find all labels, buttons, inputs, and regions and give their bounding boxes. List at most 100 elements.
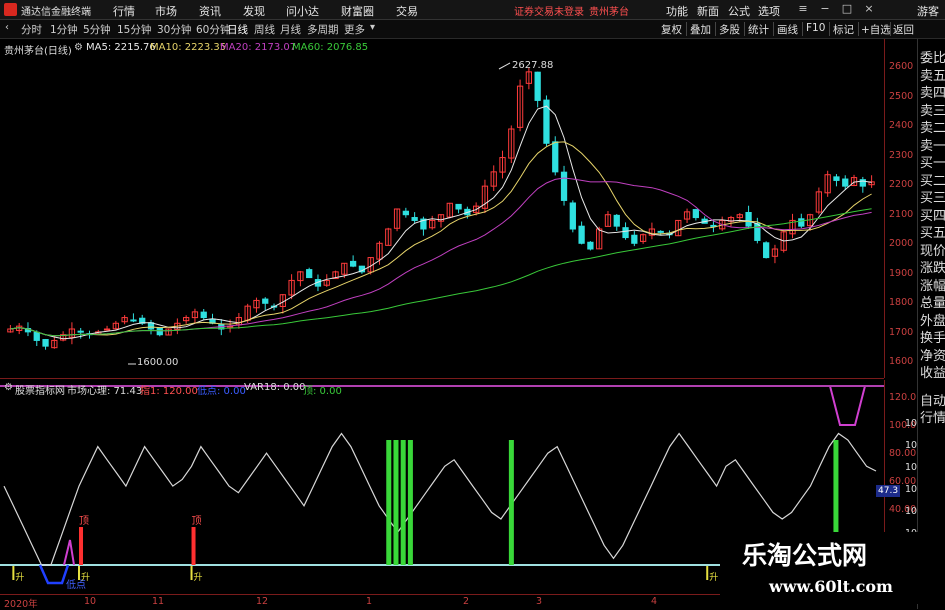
period-60min[interactable]: 60分钟 [196, 22, 230, 37]
ma10-legend: MA10: 2223.35 [150, 42, 227, 53]
magenta-band [829, 385, 866, 426]
candle-body [534, 71, 541, 101]
settings-icon[interactable]: ⚙ [74, 42, 83, 53]
candle-body [306, 269, 313, 279]
chart-title: 贵州茅台(日线) [4, 46, 72, 57]
top-signal-bar [191, 527, 196, 565]
minimize-icon[interactable]: − [818, 2, 832, 16]
tool-adjust[interactable]: 复权 [661, 22, 682, 37]
top-signal-bar [79, 527, 84, 565]
candle-body [798, 218, 805, 227]
tool-f10[interactable]: F10 [806, 22, 825, 34]
separator [773, 22, 774, 36]
candle-body [33, 331, 40, 341]
rise-label: 升 [709, 572, 718, 583]
tool-add-watchlist[interactable]: +自选 [861, 22, 891, 37]
time-tick: 2020年 [4, 599, 38, 610]
menu-news[interactable]: 资讯 [199, 3, 221, 19]
menu-trade[interactable]: 交易 [396, 3, 418, 19]
quote-field: 收益 [920, 366, 945, 381]
candle-body [402, 210, 409, 216]
maximize-icon[interactable]: □ [840, 2, 854, 16]
menu-icon[interactable]: ≡ [796, 2, 810, 16]
more-arrow-icon[interactable]: ▾ [370, 22, 375, 33]
menu-new-page[interactable]: 新面 [697, 3, 719, 19]
period-multi[interactable]: 多周期 [307, 22, 339, 37]
green-signal-bar [400, 440, 406, 565]
green-signal-bar [386, 440, 392, 565]
quote-field: 涨幅 [920, 278, 945, 294]
psych-legend: 市场心理: 71.43 [67, 386, 143, 397]
period-5min[interactable]: 5分钟 [83, 22, 111, 37]
period-tick[interactable]: 分时 [21, 22, 42, 37]
candle-body [156, 327, 163, 336]
price-tick: 2200 [889, 179, 914, 190]
menu-wealth[interactable]: 财富圈 [341, 3, 374, 19]
quote-field: 净资 [920, 348, 945, 364]
period-daily[interactable]: 日线 [227, 22, 248, 37]
time-tick: 4 [651, 596, 658, 607]
period-30min[interactable]: 30分钟 [157, 22, 191, 37]
ma20-line [10, 177, 872, 337]
candle-body [262, 298, 269, 304]
period-weekly[interactable]: 周线 [254, 22, 275, 37]
low-price-label: 1600.00 [137, 357, 179, 368]
time-tick: 11 [152, 596, 165, 607]
period-monthly[interactable]: 月线 [280, 22, 301, 37]
back-arrow-icon[interactable]: ‹ [5, 22, 9, 33]
guest-login[interactable]: 游客 [917, 3, 939, 19]
candle-body [631, 234, 638, 244]
menu-formula[interactable]: 公式 [728, 3, 750, 19]
menu-function[interactable]: 功能 [666, 3, 688, 19]
login-warning[interactable]: 证券交易未登录 [514, 3, 584, 18]
candlestick-panel[interactable]: 贵州茅台(日线) ⚙ MA5: 2215.76 MA10: 2223.35 MA… [0, 39, 884, 378]
green-signal-bar [407, 440, 413, 565]
tool-back[interactable]: 返回 [893, 22, 914, 37]
rise-label: 升 [81, 572, 90, 583]
price-axis: 2600 2500 2400 2300 2200 2100 2000 1900 1800 1700… [884, 39, 918, 378]
candle-body [560, 171, 568, 201]
menu-ask[interactable]: 问小达 [286, 3, 319, 19]
price-tick: 2400 [889, 120, 914, 131]
indicator-settings-icon[interactable]: ⚙ [4, 382, 13, 393]
menu-market[interactable]: 市场 [155, 3, 177, 19]
magenta-spike [63, 539, 75, 566]
green-signal-bar [393, 440, 399, 565]
tool-stats[interactable]: 统计 [748, 22, 769, 37]
tool-overlay[interactable]: 叠加 [690, 22, 711, 37]
candlestick-chart[interactable] [0, 39, 884, 378]
rise-label: 升 [15, 572, 24, 583]
tool-mark[interactable]: 标记 [833, 22, 854, 37]
tool-multi-stock[interactable]: 多股 [719, 22, 740, 37]
time-tick: 2 [463, 596, 470, 607]
candle-body [745, 212, 752, 227]
period-more[interactable]: 更多 [344, 22, 365, 37]
menu-quotes[interactable]: 行情 [113, 3, 135, 19]
high-price-label: 2627.88 [512, 60, 554, 71]
candle-body [587, 241, 594, 250]
close-icon[interactable]: × [862, 2, 876, 16]
quote-field: 涨跌 [920, 261, 945, 276]
high-pointer [498, 62, 511, 70]
candle-body [200, 311, 207, 319]
period-1min[interactable]: 1分钟 [50, 22, 78, 37]
time-tick: 10 [84, 596, 97, 607]
indicator-name: 股票指标网 [15, 386, 65, 397]
quote-field: 外盘 [920, 313, 945, 329]
price-tick: 2500 [889, 90, 914, 102]
menu-discover[interactable]: 发现 [243, 3, 265, 19]
green-signal-bar [508, 440, 514, 565]
menu-options[interactable]: 选项 [758, 3, 780, 19]
price-tick: 1900 [889, 267, 914, 279]
candle-body [349, 260, 357, 267]
watermark-url: www.60lt.com [769, 577, 893, 596]
candle-body [578, 225, 585, 244]
candle-body [763, 242, 770, 259]
period-15min[interactable]: 15分钟 [117, 22, 151, 37]
stock-tab[interactable]: 贵州茅台 [589, 3, 629, 18]
quote-field: 卖一 [920, 138, 945, 154]
quote-field: 卖二 [920, 121, 945, 136]
price-tick: 2600 [889, 61, 914, 72]
tool-draw[interactable]: 画线 [777, 22, 798, 37]
price-tick: 1800 [889, 297, 914, 308]
